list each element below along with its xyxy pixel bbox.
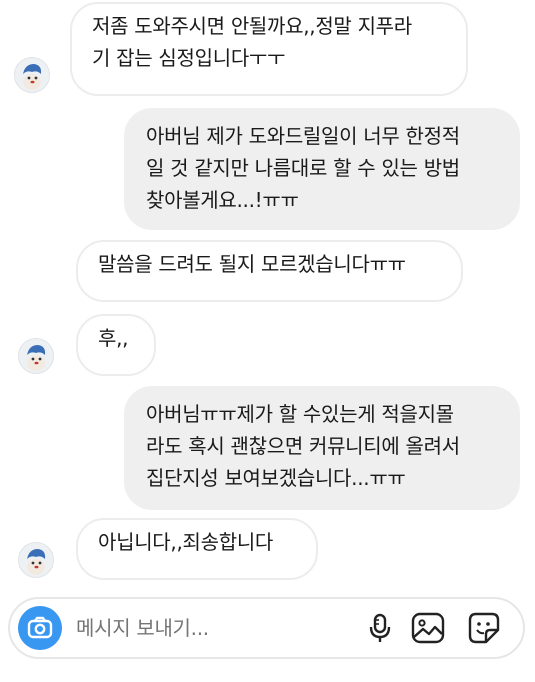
camera-icon: [27, 616, 53, 639]
message-input[interactable]: [76, 613, 346, 643]
avatar[interactable]: [14, 57, 50, 93]
gallery-button[interactable]: [410, 610, 446, 646]
microphone-button[interactable]: [362, 610, 398, 646]
microphone-icon: [369, 613, 391, 642]
chat-thread: 저좀 도와주시면 안될까요,,정말 지푸라 기 잡는 심정입니다ㅜㅜ 아버님 제…: [0, 0, 535, 595]
message-composer: [8, 597, 525, 659]
avatar[interactable]: [18, 338, 54, 374]
message-incoming[interactable]: 아닙니다,,죄송합니다: [76, 518, 318, 580]
message-outgoing[interactable]: 아버님ㅠㅠ제가 할 수있는게 적을지몰 라도 혹시 괜찮으면 커뮤니티에 올려서…: [124, 386, 520, 510]
camera-button[interactable]: [18, 606, 62, 650]
gallery-icon: [411, 612, 445, 644]
message-incoming[interactable]: 후,,: [76, 314, 156, 376]
message-incoming[interactable]: 저좀 도와주시면 안될까요,,정말 지푸라 기 잡는 심정입니다ㅜㅜ: [70, 2, 468, 96]
avatar-icon: [19, 543, 53, 577]
sticker-icon: [468, 612, 500, 644]
avatar-icon: [19, 339, 53, 373]
message-outgoing[interactable]: 아버님 제가 도와드릴일이 너무 한정적 일 것 같지만 나름대로 할 수 있는…: [124, 108, 520, 230]
avatar-icon: [15, 58, 49, 92]
avatar[interactable]: [18, 542, 54, 578]
sticker-button[interactable]: [466, 610, 502, 646]
message-incoming[interactable]: 말씀을 드려도 될지 모르겠습니다ㅠㅠ: [76, 240, 463, 302]
